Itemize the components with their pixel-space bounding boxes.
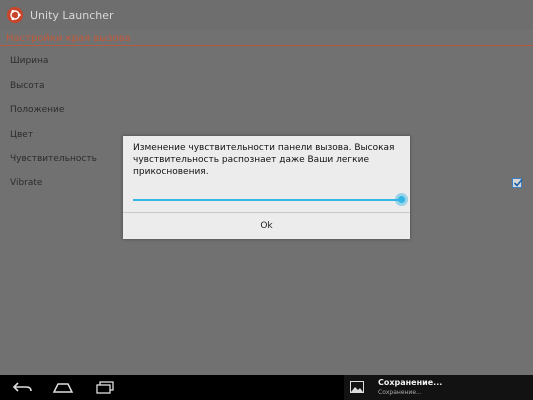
checkmark-icon <box>513 178 523 187</box>
ok-button[interactable]: Ok <box>123 213 410 239</box>
action-bar: Unity Launcher <box>0 0 533 30</box>
seekbar-thumb[interactable] <box>394 193 408 206</box>
vibrate-checkbox[interactable] <box>512 178 523 188</box>
save-notification[interactable]: Сохранение... Сохранение... <box>344 375 533 400</box>
sensitivity-seekbar[interactable] <box>133 199 401 201</box>
dialog-message: Изменение чувствительности панели вызова… <box>133 143 395 177</box>
sensitivity-dialog: Изменение чувствительности панели вызова… <box>123 136 410 239</box>
pref-color[interactable]: Цвет <box>10 130 33 140</box>
home-icon[interactable] <box>52 380 74 394</box>
section-divider <box>0 45 533 46</box>
pref-height[interactable]: Высота <box>10 81 45 91</box>
back-icon[interactable] <box>12 380 34 394</box>
recent-apps-icon[interactable] <box>94 380 116 394</box>
section-header: Настройки края вызова <box>6 33 131 44</box>
notification-subtitle: Сохранение... <box>378 389 422 396</box>
app-title: Unity Launcher <box>30 8 114 22</box>
pref-width[interactable]: Ширина <box>10 56 48 66</box>
pref-vibrate[interactable]: Vibrate <box>10 178 42 188</box>
image-icon <box>350 381 364 393</box>
pref-position[interactable]: Положение <box>10 105 64 115</box>
ubuntu-logo-icon[interactable] <box>7 7 23 23</box>
pref-sensitivity[interactable]: Чувствительность <box>10 154 97 164</box>
notification-title: Сохранение... <box>378 378 443 387</box>
